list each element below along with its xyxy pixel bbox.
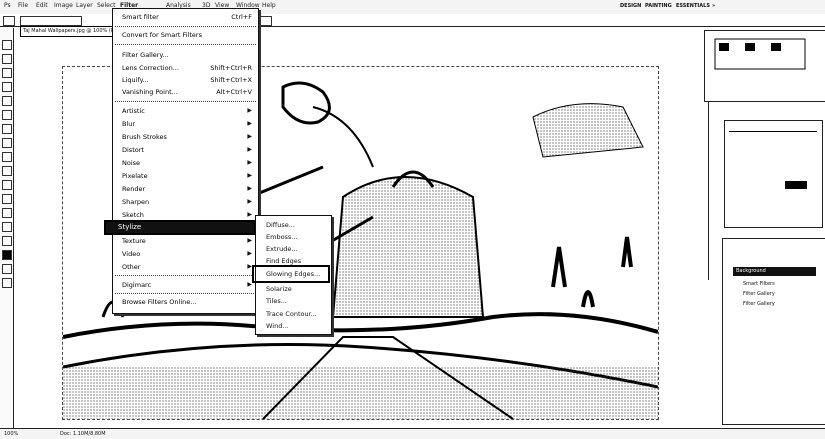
layers-panel[interactable]: Background Smart Filters Filter Gallery … <box>722 238 825 425</box>
foreground-color-icon[interactable] <box>2 250 12 260</box>
submenu-arrow-icon: ▶ <box>247 211 252 218</box>
shortcut-vanishing-point: Alt+Ctrl+V <box>216 88 252 96</box>
quick-select-tool-icon[interactable] <box>2 82 12 92</box>
menu-separator <box>115 26 256 27</box>
background-color-icon[interactable] <box>2 264 12 274</box>
submenu-item-diffuse[interactable]: Diffuse... <box>266 221 295 229</box>
navigator-panel[interactable] <box>704 30 825 102</box>
app-logo: Ps <box>4 2 11 9</box>
tool-preset-icon[interactable] <box>3 16 15 26</box>
menu-item-filter-gallery[interactable]: Filter Gallery... <box>122 51 169 59</box>
workspace-essentials[interactable]: ESSENTIALS <box>676 3 710 9</box>
options-field[interactable] <box>20 16 82 26</box>
dodge-tool-icon[interactable] <box>2 222 12 232</box>
submenu-arrow-icon: ▶ <box>247 198 252 205</box>
menu-item-browse-online[interactable]: Browse Filters Online... <box>122 298 196 306</box>
layer-row-selected[interactable]: Background <box>733 267 816 276</box>
toolbox <box>0 28 14 428</box>
lasso-tool-icon[interactable] <box>2 68 12 78</box>
menu-separator <box>115 293 256 294</box>
layer-row[interactable]: Smart Filters <box>743 281 775 287</box>
menu-item-stylize-label: Stylize <box>118 223 142 231</box>
menu-item-digimarc[interactable]: Digimarc <box>122 281 151 289</box>
submenu-arrow-icon: ▶ <box>247 120 252 127</box>
menu-item-brush-strokes[interactable]: Brush Strokes <box>122 133 167 141</box>
quick-mask-icon[interactable] <box>2 278 12 288</box>
submenu-item-solarize[interactable]: Solarize <box>266 285 292 293</box>
menu-layer[interactable]: Layer <box>76 2 93 9</box>
glowing-edges-highlight <box>252 265 330 283</box>
zoom-level[interactable]: 100% <box>4 431 18 437</box>
menu-item-convert-smart[interactable]: Convert for Smart Filters <box>122 31 202 39</box>
menu-item-render[interactable]: Render <box>122 185 145 193</box>
menu-file[interactable]: File <box>18 2 28 9</box>
submenu-item-trace-contour[interactable]: Trace Contour... <box>266 310 317 318</box>
shortcut-lens-correction: Shift+Ctrl+R <box>210 64 252 72</box>
menu-separator <box>115 275 256 276</box>
eraser-tool-icon[interactable] <box>2 180 12 190</box>
workspace-design[interactable]: DESIGN <box>620 3 641 9</box>
submenu-arrow-icon: ▶ <box>247 107 252 114</box>
gradient-tool-icon[interactable] <box>2 194 12 204</box>
stamp-tool-icon[interactable] <box>2 152 12 162</box>
doc-size: Doc: 1.10M/8.80M <box>60 431 106 437</box>
menu-item-pixelate[interactable]: Pixelate <box>122 172 148 180</box>
workspace-more[interactable]: » <box>712 3 715 9</box>
pen-tool-icon[interactable] <box>2 236 12 246</box>
submenu-arrow-icon: ▶ <box>247 172 252 179</box>
blur-tool-icon[interactable] <box>2 208 12 218</box>
navigator-thumbnail-icon <box>714 38 806 70</box>
menu-help[interactable]: Help <box>262 2 276 9</box>
menu-image[interactable]: Image <box>54 2 73 9</box>
menu-item-liquify[interactable]: Liquify... <box>122 76 149 84</box>
menu-item-sharpen[interactable]: Sharpen <box>122 198 149 206</box>
filter-menu: Smart filter Ctrl+F Convert for Smart Fi… <box>112 8 259 314</box>
shortcut-liquify: Shift+Ctrl+X <box>210 76 252 84</box>
submenu-item-extrude[interactable]: Extrude... <box>266 245 298 253</box>
submenu-arrow-icon: ▶ <box>247 159 252 166</box>
submenu-item-emboss[interactable]: Emboss... <box>266 233 298 241</box>
eyedropper-tool-icon[interactable] <box>2 110 12 120</box>
history-brush-tool-icon[interactable] <box>2 166 12 176</box>
menu-separator <box>115 101 256 102</box>
menu-item-stylize[interactable]: Stylize <box>104 220 256 235</box>
brush-tool-icon[interactable] <box>2 138 12 148</box>
healing-tool-icon[interactable] <box>2 124 12 134</box>
menu-item-distort[interactable]: Distort <box>122 146 144 154</box>
menu-item-noise[interactable]: Noise <box>122 159 140 167</box>
menu-item-sketch[interactable]: Sketch <box>122 211 144 219</box>
submenu-arrow-icon: ▶ <box>247 250 252 257</box>
move-tool-icon[interactable] <box>2 40 12 50</box>
submenu-item-wind[interactable]: Wind... <box>266 322 289 330</box>
workspace-painting[interactable]: PAINTING <box>645 3 672 9</box>
menu-separator <box>115 44 256 45</box>
menu-item-artistic[interactable]: Artistic <box>122 107 145 115</box>
shortcut-last-filter: Ctrl+F <box>231 13 252 21</box>
submenu-arrow-icon: ▶ <box>247 146 252 153</box>
marquee-tool-icon[interactable] <box>2 54 12 64</box>
menu-edit[interactable]: Edit <box>36 2 48 9</box>
menu-item-lens-correction[interactable]: Lens Correction... <box>122 64 179 72</box>
submenu-item-tiles[interactable]: Tiles... <box>266 297 287 305</box>
menu-item-blur[interactable]: Blur <box>122 120 135 128</box>
layer-row[interactable]: Filter Gallery <box>743 291 775 297</box>
text-color-swatch[interactable] <box>785 181 807 189</box>
submenu-arrow-icon: ▶ <box>247 185 252 192</box>
submenu-arrow-icon: ▶ <box>247 133 252 140</box>
character-panel[interactable] <box>724 120 823 228</box>
crop-tool-icon[interactable] <box>2 96 12 106</box>
menu-item-other[interactable]: Other <box>122 263 140 271</box>
status-bar: 100% Doc: 1.10M/8.80M <box>0 428 825 439</box>
document-tab[interactable]: Taj Mahal Wallpapers.jpg @ 100% (RGB/8) <box>20 26 119 37</box>
submenu-arrow-icon: ▶ <box>247 237 252 244</box>
menu-item-vanishing-point[interactable]: Vanishing Point... <box>122 88 178 96</box>
character-panel-header <box>729 125 817 132</box>
menu-item-video[interactable]: Video <box>122 250 140 258</box>
layer-row[interactable]: Filter Gallery <box>743 301 775 307</box>
menu-item-last-filter[interactable]: Smart filter <box>122 13 159 21</box>
menu-item-texture[interactable]: Texture <box>122 237 146 245</box>
submenu-item-find-edges[interactable]: Find Edges <box>266 257 301 265</box>
